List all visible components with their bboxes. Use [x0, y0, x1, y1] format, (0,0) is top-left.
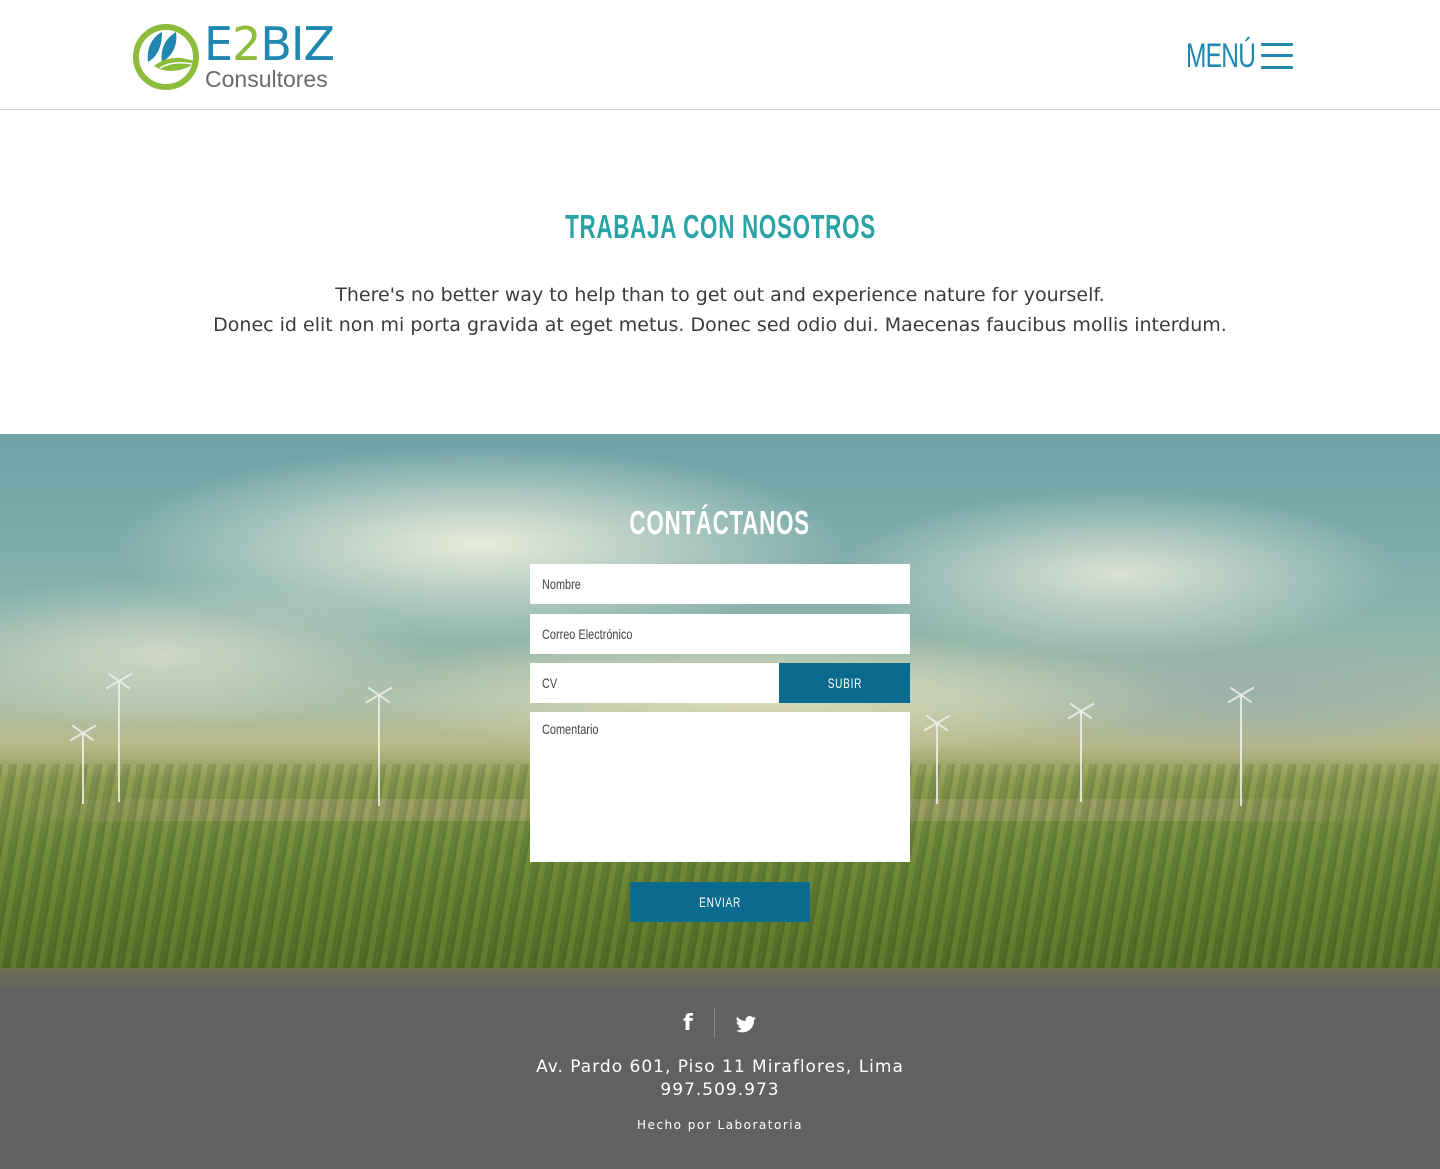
wind-turbine-icon: [936, 724, 938, 804]
comment-textarea[interactable]: Comentario: [530, 712, 910, 862]
name-placeholder: Nombre: [542, 576, 581, 592]
facebook-icon[interactable]: f: [680, 1012, 696, 1036]
wind-turbine-icon: [378, 696, 380, 806]
submit-button[interactable]: Enviar: [630, 882, 810, 922]
wind-turbine-icon: [118, 682, 120, 802]
logo-wordmark: E2BIZ: [204, 17, 335, 71]
wind-turbine-icon: [1080, 712, 1082, 802]
site-header: E2BIZ Consultores Menú: [0, 0, 1440, 110]
phone-number: 997.509.973: [660, 1080, 780, 1100]
work-with-us-title: Trabaja con nosotros: [564, 208, 876, 245]
intro-line-1: There's no better way to help than to ge…: [335, 284, 1105, 306]
logo-tagline: Consultores: [205, 66, 328, 92]
cv-file-input[interactable]: CV: [530, 663, 779, 703]
wind-turbine-icon: [82, 734, 84, 804]
submit-button-label: Enviar: [699, 894, 741, 910]
address-line: Av. Pardo 601, Piso 11 Miraflores, Lima: [536, 1057, 904, 1077]
email-input[interactable]: Correo Electrónico: [530, 614, 910, 654]
logo[interactable]: E2BIZ Consultores: [132, 17, 342, 92]
upload-button[interactable]: Subir: [779, 663, 910, 703]
social-links: f: [0, 1008, 1440, 1040]
wind-turbine-icon: [1240, 696, 1242, 806]
contact-title: Contáctanos: [629, 504, 811, 541]
social-divider: [714, 1008, 715, 1038]
contact-address: Av. Pardo 601, Piso 11 Miraflores, Lima …: [0, 1056, 1440, 1102]
section-divider: [0, 968, 1440, 990]
intro-text: There's no better way to help than to ge…: [0, 280, 1440, 340]
upload-button-label: Subir: [827, 675, 862, 691]
hamburger-icon: [1261, 43, 1293, 69]
credit-text: Hecho por Laboratoria: [637, 1118, 803, 1132]
comment-placeholder: Comentario: [542, 721, 599, 737]
twitter-icon[interactable]: [735, 1016, 757, 1034]
cv-placeholder: CV: [542, 675, 558, 691]
leaf-logo-icon: [133, 24, 199, 90]
menu-button[interactable]: Menú: [1186, 36, 1293, 76]
menu-label: Menú: [1186, 37, 1256, 75]
intro-line-2: Donec id elit non mi porta gravida at eg…: [213, 314, 1227, 336]
email-placeholder: Correo Electrónico: [542, 626, 633, 642]
site-footer: f Av. Pardo 601, Piso 11 Miraflores, Lim…: [0, 990, 1440, 1169]
name-input[interactable]: Nombre: [530, 564, 910, 604]
